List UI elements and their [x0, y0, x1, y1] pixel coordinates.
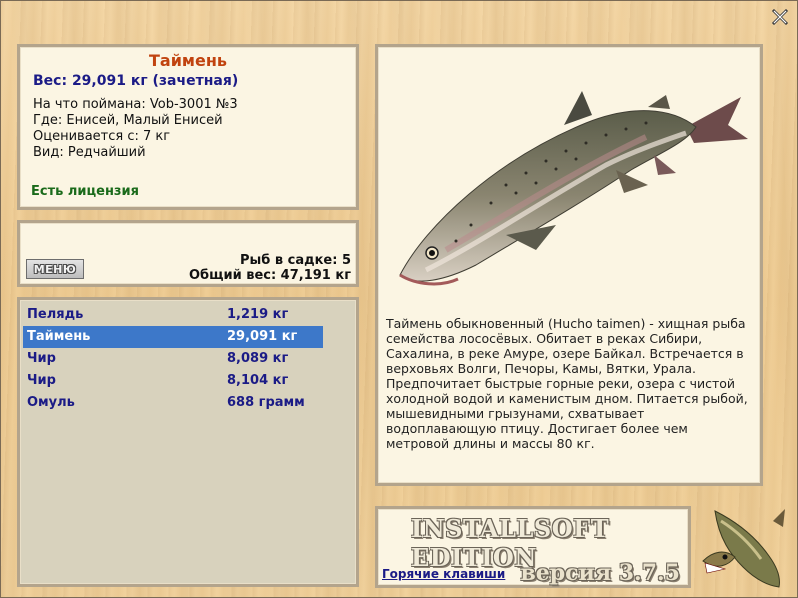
- catch-list: Пелядь 1,219 кг Таймень 29,091 кг Чир 8,…: [17, 297, 359, 587]
- fish-description-panel: Таймень обыкновенный (Hucho taimen) - хи…: [375, 44, 763, 486]
- pike-logo-icon: [702, 509, 785, 588]
- catch-fish-weight: 688 грамм: [227, 395, 305, 410]
- version-label: версия 3.7.5: [520, 560, 680, 586]
- catch-fish-name: Омуль: [27, 395, 75, 410]
- taimen-fish-image: [399, 91, 748, 286]
- fish-kind: Вид: Редчайший: [33, 145, 146, 160]
- close-button[interactable]: [771, 8, 789, 26]
- keepnet-summary-panel: МЕНЮ Рыб в садке: 5 Общий вес: 47,191 кг: [17, 220, 359, 287]
- catch-fish-weight: 8,104 кг: [227, 373, 289, 388]
- menu-button[interactable]: МЕНЮ: [26, 259, 84, 279]
- catch-fish-name: Пелядь: [27, 307, 84, 322]
- catch-list-item[interactable]: Пелядь 1,219 кг: [23, 304, 323, 326]
- fish-value-threshold: Оценивается с: 7 кг: [33, 129, 171, 144]
- fish-info-panel: Таймень Вес: 29,091 кг (зачетная) На что…: [17, 44, 359, 210]
- catch-fish-weight: 8,089 кг: [227, 351, 289, 366]
- fish-location: Где: Енисей, Малый Енисей: [33, 113, 223, 128]
- fish-title: Таймень: [148, 51, 228, 70]
- catch-fish-name: Таймень: [27, 329, 91, 344]
- catch-list-item[interactable]: Омуль 688 грамм: [23, 392, 323, 414]
- catch-fish-name: Чир: [27, 351, 56, 366]
- fish-description-text: Таймень обыкновенный (Hucho taimen) - хи…: [386, 316, 748, 451]
- fish-bait: На что поймана: Vob-3001 №3: [33, 97, 238, 112]
- catch-fish-weight: 29,091 кг: [227, 329, 298, 344]
- catch-list-item[interactable]: Чир 8,104 кг: [23, 370, 323, 392]
- total-weight: Общий вес: 47,191 кг: [188, 268, 351, 283]
- catch-list-item-selected[interactable]: Таймень 29,091 кг: [23, 326, 323, 348]
- hotkeys-link[interactable]: Горячие клавиши: [382, 567, 505, 581]
- fish-weight: Вес: 29,091 кг (зачетная): [33, 73, 239, 89]
- edition-logo-panel: INSTALLSOFT EDITION Горячие клавиши верс…: [375, 506, 691, 588]
- license-status: Есть лицензия: [31, 184, 139, 199]
- close-icon: [772, 9, 788, 25]
- fish-count: Рыб в садке: 5: [239, 253, 351, 268]
- catch-fish-weight: 1,219 кг: [227, 307, 289, 322]
- catch-fish-name: Чир: [27, 373, 56, 388]
- catch-list-item[interactable]: Чир 8,089 кг: [23, 348, 323, 370]
